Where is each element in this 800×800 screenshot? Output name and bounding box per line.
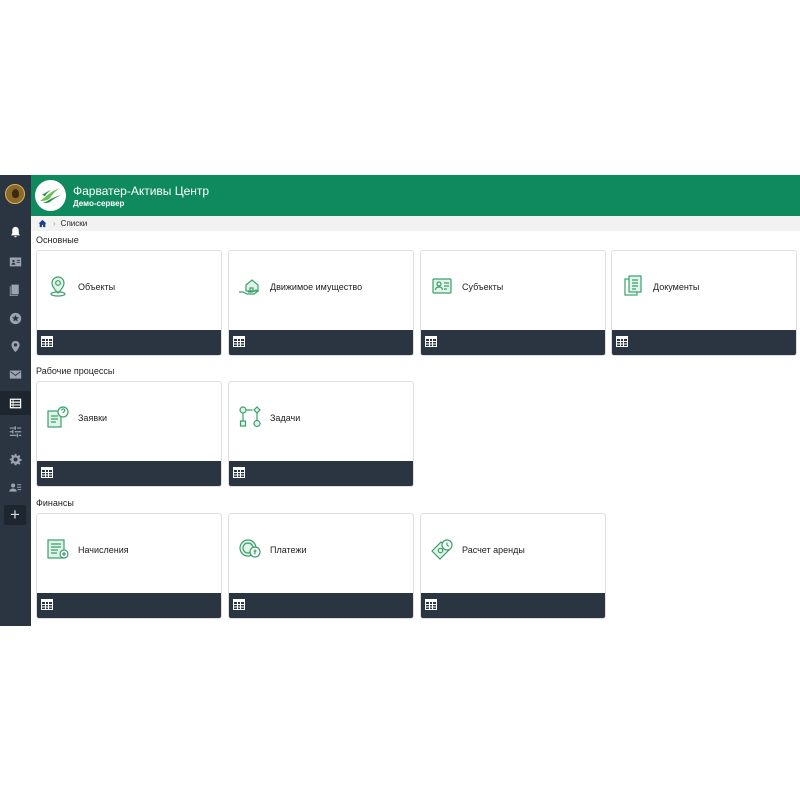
card-documents[interactable]: Документы <box>611 250 797 356</box>
bird-logo-icon <box>40 188 61 203</box>
sliders-icon <box>9 425 22 437</box>
sidebar-item-map[interactable] <box>0 334 31 358</box>
card-payments[interactable]: Платежи <box>228 513 414 619</box>
money-calculation-icon <box>431 539 453 560</box>
card-rent-calculation[interactable]: Расчет аренды <box>420 513 606 619</box>
sidebar-item-favorites[interactable] <box>0 306 31 330</box>
card-label: Движимое имущество <box>270 282 363 292</box>
card-objects[interactable]: Объекты <box>36 250 222 356</box>
breadcrumb-home[interactable] <box>38 219 47 228</box>
sidebar-item-contacts[interactable] <box>0 249 31 273</box>
table-icon[interactable] <box>233 599 245 610</box>
app-subtitle: Демо-сервер <box>73 199 125 208</box>
card-footer <box>421 593 605 618</box>
card-label: Документы <box>653 282 700 292</box>
star-icon <box>9 312 22 324</box>
gear-icon <box>9 453 22 465</box>
accrual-document-icon <box>47 539 69 559</box>
bell-icon <box>11 226 20 237</box>
table-icon[interactable] <box>41 599 53 610</box>
table-icon[interactable] <box>425 599 437 610</box>
table-icon[interactable] <box>233 467 245 478</box>
table-icon[interactable] <box>41 467 53 478</box>
card-subjects[interactable]: Субъекты <box>420 250 606 356</box>
sidebar-item-documents[interactable] <box>0 277 31 301</box>
card-label: Начисления <box>78 545 129 555</box>
app-logo[interactable] <box>35 180 66 211</box>
mail-icon <box>9 369 22 379</box>
table-icon[interactable] <box>616 336 628 347</box>
card-footer <box>37 461 221 486</box>
workflow-icon <box>239 406 261 428</box>
card-footer <box>229 593 413 618</box>
card-label: Субъекты <box>462 282 504 292</box>
card-footer <box>229 330 413 355</box>
location-marker-icon <box>50 276 66 297</box>
app-window: + Фарватер-Активы Центр Демо-сервер › Сп… <box>0 175 800 626</box>
location-pin-icon <box>11 340 20 352</box>
users-list-icon <box>9 482 22 492</box>
breadcrumb: › Списки <box>31 216 800 231</box>
breadcrumb-current: Списки <box>60 219 88 228</box>
card-accruals[interactable]: Начисления <box>36 513 222 619</box>
section-title-main: Основные <box>36 235 79 245</box>
card-tasks[interactable]: Задачи <box>228 381 414 487</box>
table-icon[interactable] <box>425 336 437 347</box>
section-title-finance: Финансы <box>36 498 74 508</box>
hand-house-icon <box>239 279 260 295</box>
contact-card-icon <box>9 256 22 266</box>
card-label: Задачи <box>270 413 301 423</box>
card-footer <box>421 330 605 355</box>
home-icon <box>38 219 47 228</box>
sidebar-item-mail[interactable] <box>0 362 31 386</box>
header-bar: Фарватер-Активы Центр Демо-сервер <box>31 175 800 216</box>
avatar[interactable] <box>5 184 25 204</box>
app-title: Фарватер-Активы Центр <box>73 184 210 198</box>
card-footer <box>37 330 221 355</box>
request-document-icon <box>47 406 69 428</box>
card-movable-property[interactable]: Движимое имущество <box>228 250 414 356</box>
list-icon <box>9 398 22 408</box>
sidebar: + <box>0 175 31 626</box>
card-label: Объекты <box>78 282 116 292</box>
card-footer <box>37 593 221 618</box>
card-footer <box>229 461 413 486</box>
documents-stack-icon <box>624 275 642 296</box>
card-label: Заявки <box>78 413 108 423</box>
breadcrumb-separator: › <box>53 219 56 228</box>
card-footer <box>612 330 796 355</box>
person-card-icon <box>432 278 452 294</box>
sidebar-item-settings[interactable] <box>0 447 31 471</box>
card-label: Расчет аренды <box>462 545 525 555</box>
sidebar-item-users[interactable] <box>0 475 31 499</box>
sidebar-item-filters[interactable] <box>0 419 31 443</box>
sidebar-item-lists[interactable] <box>0 391 31 415</box>
card-requests[interactable]: Заявки <box>36 381 222 487</box>
coins-icon <box>239 539 261 558</box>
add-button[interactable]: + <box>4 505 26 525</box>
sidebar-item-notifications[interactable] <box>0 220 31 244</box>
table-icon[interactable] <box>233 336 245 347</box>
card-label: Платежи <box>270 545 307 555</box>
documents-icon <box>9 284 19 296</box>
table-icon[interactable] <box>41 336 53 347</box>
section-title-workflows: Рабочие процессы <box>36 366 115 376</box>
